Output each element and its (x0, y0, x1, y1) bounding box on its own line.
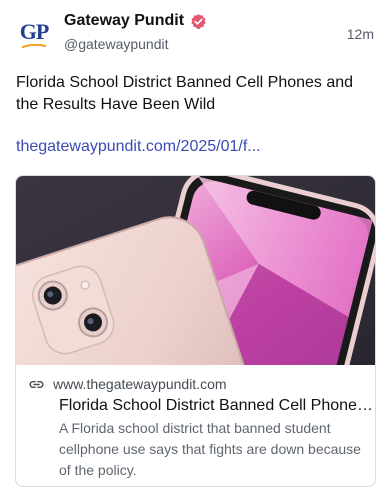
card-meta: www.thegatewaypundit.com Florida School … (16, 365, 375, 486)
verified-badge-icon (191, 13, 206, 29)
link-preview-card[interactable]: www.thegatewaypundit.com Florida School … (15, 175, 376, 487)
social-post: GP Gateway Pundit @gatewaypundit 12m Flo… (0, 0, 390, 500)
author-handle[interactable]: @gatewaypundit (64, 36, 169, 52)
post-link[interactable]: thegatewaypundit.com/2025/01/f... (16, 138, 261, 156)
author-row: Gateway Pundit (64, 12, 207, 30)
post-timestamp[interactable]: 12m (347, 26, 374, 42)
author-name[interactable]: Gateway Pundit (64, 12, 184, 30)
card-domain-row: www.thegatewaypundit.com (28, 375, 365, 393)
card-domain: www.thegatewaypundit.com (53, 376, 227, 392)
link-icon (29, 380, 44, 388)
card-title[interactable]: Florida School District Banned Cell Phon… (28, 395, 375, 416)
card-description: A Florida school district that banned st… (59, 420, 361, 478)
card-image[interactable] (16, 176, 376, 365)
logo-swoosh-icon (22, 43, 46, 48)
avatar[interactable]: GP (14, 14, 54, 54)
avatar-logo-text: GP (19, 18, 50, 44)
post-text: Florida School District Banned Cell Phon… (16, 74, 354, 113)
